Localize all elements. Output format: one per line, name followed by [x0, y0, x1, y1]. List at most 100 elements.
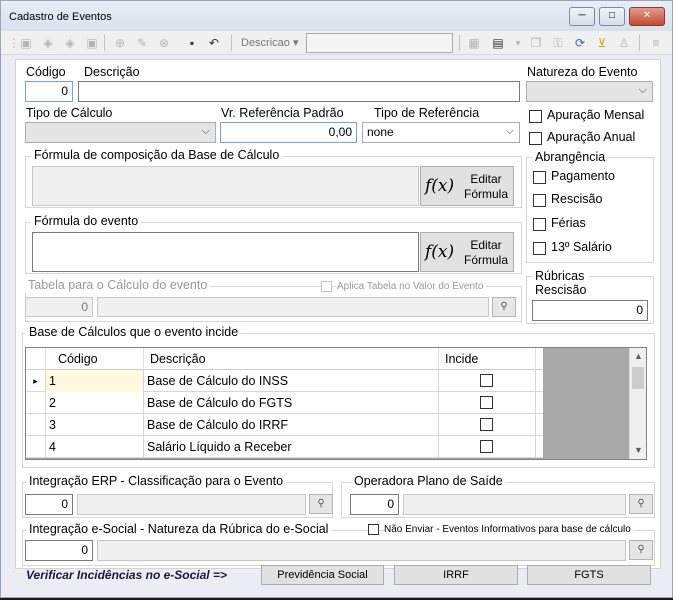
formula-base-field[interactable]: [32, 166, 419, 206]
codigo-label: Código: [26, 65, 66, 79]
incide-checkbox[interactable]: [480, 440, 493, 453]
grid-header: Código Descrição Incide: [26, 348, 543, 370]
chevron-down-icon: ▾: [292, 37, 299, 49]
formula-evento-field[interactable]: [32, 232, 419, 272]
apuracao-mensal-checkbox[interactable]: [529, 110, 542, 123]
cell-incide[interactable]: [439, 392, 536, 414]
cell-incide[interactable]: [439, 414, 536, 436]
key-icon[interactable]: ⚿: [549, 34, 567, 52]
fgts-button[interactable]: FGTS: [527, 565, 651, 585]
rescisao-checkbox[interactable]: [533, 194, 546, 207]
incide-checkbox[interactable]: [480, 396, 493, 409]
apuracao-anual-checkbox[interactable]: [529, 132, 542, 145]
delete-icon[interactable]: ⊗: [155, 34, 173, 52]
decimo-terceiro-checkbox[interactable]: [533, 242, 546, 255]
cell-codigo[interactable]: 4: [46, 436, 144, 458]
operadora-descricao-field[interactable]: [403, 494, 626, 515]
descricao-search-field-button[interactable]: Descricao ▾: [241, 36, 299, 49]
esocial-codigo-field[interactable]: 0: [25, 540, 93, 561]
save-icon[interactable]: ▪: [183, 34, 201, 52]
tipo-referencia-select[interactable]: none ⌵: [362, 122, 520, 143]
integracao-erp-descricao-field[interactable]: [77, 494, 306, 515]
copy-icon[interactable]: ❐: [527, 34, 545, 52]
cell-descricao[interactable]: Base de Cálculo do FGTS: [144, 392, 439, 414]
table-row[interactable]: 4 Salário Líquido a Receber: [26, 436, 543, 458]
minimize-button[interactable]: ─: [569, 7, 595, 26]
cell-incide[interactable]: [439, 436, 536, 458]
chevron-down-icon[interactable]: ▾: [509, 34, 527, 52]
editar-formula-base-button[interactable]: f(x) Editar Fórmula: [420, 166, 514, 206]
report-icon[interactable]: ▤: [489, 34, 507, 52]
window-title: Cadastro de Eventos: [9, 11, 112, 23]
incide-checkbox[interactable]: [480, 418, 493, 431]
aplica-tabela-checkbox[interactable]: [321, 281, 332, 292]
scroll-thumb[interactable]: [632, 367, 644, 389]
cell-descricao[interactable]: Salário Líquido a Receber: [144, 436, 439, 458]
tabela-title: Tabela para o Cálculo do evento: [25, 278, 211, 292]
tabela-descricao-field[interactable]: [97, 297, 489, 317]
filter-icon[interactable]: ⊻: [593, 34, 611, 52]
function-icon: f(x): [425, 242, 455, 262]
integracao-erp-lookup-icon[interactable]: ⚲: [309, 494, 333, 514]
previdencia-social-button[interactable]: Previdência Social: [261, 565, 384, 585]
refresh-icon[interactable]: ⟳: [571, 34, 589, 52]
natureza-select[interactable]: ⌵: [526, 81, 653, 102]
table-row[interactable]: 2 Base de Cálculo do FGTS: [26, 392, 543, 414]
cell-codigo[interactable]: 1: [46, 370, 144, 392]
editar-line: Editar: [470, 238, 502, 252]
cell-codigo[interactable]: 2: [46, 392, 144, 414]
edit-icon[interactable]: ✎: [133, 34, 151, 52]
ferias-checkbox[interactable]: [533, 218, 546, 231]
tabela-codigo-field[interactable]: 0: [25, 297, 93, 317]
operadora-lookup-icon[interactable]: ⚲: [629, 494, 653, 514]
integracao-erp-codigo-field[interactable]: 0: [25, 494, 73, 515]
col-incide-header[interactable]: Incide: [439, 348, 536, 370]
descricao-search-label: Descricao: [241, 37, 290, 49]
descricao-field[interactable]: [78, 81, 520, 102]
cell-incide[interactable]: [439, 370, 536, 392]
first-record-icon[interactable]: ▣: [17, 34, 35, 52]
descricao-search-input[interactable]: [306, 33, 453, 53]
close-button[interactable]: ✕: [629, 7, 665, 26]
form-panel: Código Descrição 0 Natureza do Evento ⌵ …: [15, 59, 661, 569]
grid-view-icon[interactable]: ▦: [465, 34, 483, 52]
toolbar-separator: [231, 35, 232, 51]
undo-icon[interactable]: ↶: [205, 34, 223, 52]
cell-descricao[interactable]: Base de Cálculo do IRRF: [144, 414, 439, 436]
editar-formula-evento-button[interactable]: f(x) Editar Fórmula: [420, 232, 514, 272]
esocial-lookup-icon[interactable]: ⚲: [629, 540, 653, 560]
table-row[interactable]: 3 Base de Cálculo do IRRF: [26, 414, 543, 436]
table-row[interactable]: ▸ 1 Base de Cálculo do INSS: [26, 370, 543, 392]
operadora-codigo-field[interactable]: 0: [350, 494, 399, 515]
grid-vertical-scrollbar[interactable]: ▲ ▼: [629, 348, 646, 459]
vr-referencia-field[interactable]: 0,00: [220, 122, 357, 143]
esocial-title: Integração e-Social - Natureza da Rúbric…: [26, 522, 332, 536]
chevron-down-icon: ⌵: [201, 125, 210, 137]
pagamento-checkbox[interactable]: [533, 171, 546, 184]
nao-enviar-checkbox[interactable]: [368, 524, 379, 535]
rubricas-rescisao-field[interactable]: 0: [532, 300, 648, 321]
next-record-icon[interactable]: ◈: [61, 34, 79, 52]
add-icon[interactable]: ⊕: [111, 34, 129, 52]
incide-checkbox[interactable]: [480, 374, 493, 387]
user-icon[interactable]: ♙: [615, 34, 633, 52]
cell-descricao[interactable]: Base de Cálculo do INSS: [144, 370, 439, 392]
prior-record-icon[interactable]: ◈: [39, 34, 57, 52]
editar-line: Editar: [470, 172, 502, 186]
tipo-calculo-select[interactable]: ⌵: [25, 122, 216, 143]
rubricas-label-line1: Rúbricas: [535, 269, 585, 283]
rubricas-label-line2: Rescisão: [535, 283, 587, 297]
maximize-button[interactable]: □: [599, 7, 625, 26]
tabela-lookup-icon[interactable]: ⚲: [492, 297, 516, 317]
esocial-descricao-field[interactable]: [97, 540, 626, 561]
last-record-icon[interactable]: ▣: [83, 34, 101, 52]
codigo-field[interactable]: 0: [25, 81, 73, 102]
menu-icon[interactable]: ≡: [647, 34, 665, 52]
scroll-down-icon[interactable]: ▼: [630, 442, 646, 459]
scroll-up-icon[interactable]: ▲: [630, 348, 646, 365]
col-codigo-header[interactable]: Código: [46, 348, 144, 370]
col-descricao-header[interactable]: Descrição: [144, 348, 439, 370]
irrf-button[interactable]: IRRF: [394, 565, 518, 585]
rubricas-title: Rúbricas Rescisão: [532, 269, 590, 297]
cell-codigo[interactable]: 3: [46, 414, 144, 436]
